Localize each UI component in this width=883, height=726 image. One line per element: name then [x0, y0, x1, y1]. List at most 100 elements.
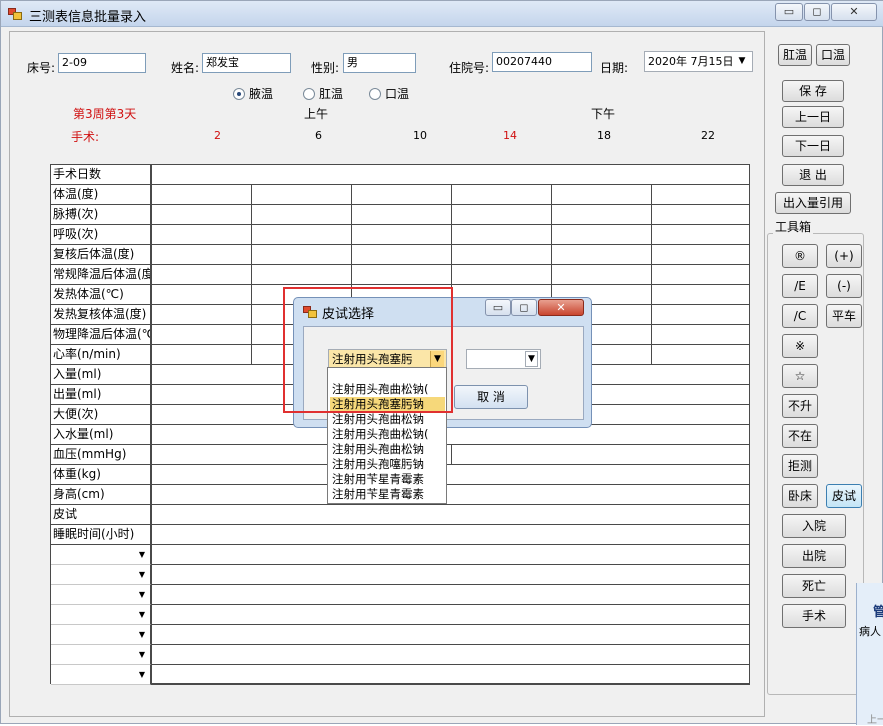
refused-button[interactable]: 拒测	[782, 454, 818, 478]
surgery-label: 手术:	[71, 130, 100, 144]
name-input[interactable]: 郑发宝	[202, 53, 291, 73]
column-line	[451, 445, 452, 465]
chevron-down-icon: ▼	[138, 670, 146, 679]
surgery-button[interactable]: 手术	[782, 604, 846, 628]
hour-label: 2	[214, 129, 221, 142]
chevron-down-icon: ▼	[138, 610, 146, 619]
radio-icon	[369, 88, 381, 100]
row-combo[interactable]: ▼	[51, 565, 151, 585]
second-combo[interactable]: ▼	[466, 349, 541, 369]
dropdown-option[interactable]: 注射用头孢曲松钠	[330, 412, 445, 427]
dialog-close-button[interactable]: ✕	[538, 299, 584, 316]
row-line	[151, 604, 750, 605]
exit-button[interactable]: 退 出	[782, 164, 844, 186]
dropdown-option[interactable]: 注射用苄星青霉素	[330, 472, 445, 487]
save-button[interactable]: 保 存	[782, 80, 844, 102]
stretcher-button[interactable]: 平车	[826, 304, 862, 328]
column-line	[151, 165, 152, 684]
cancel-button[interactable]: 取 消	[454, 385, 528, 409]
dialog-maximize-button[interactable]: ◻	[511, 299, 537, 316]
star-button[interactable]: ☆	[782, 364, 818, 388]
absent-button[interactable]: 不在	[782, 424, 818, 448]
row-combo[interactable]: ▼	[51, 665, 151, 685]
bedridden-button[interactable]: 卧床	[782, 484, 818, 508]
row-line	[151, 584, 750, 585]
asterisk-button[interactable]: ※	[782, 334, 818, 358]
death-button[interactable]: 死亡	[782, 574, 846, 598]
row-line	[151, 684, 750, 685]
row-label: 血压(mmHg)	[51, 445, 151, 465]
discharge-button[interactable]: 出院	[782, 544, 846, 568]
main-window: 三测表信息批量录入 ▭ ◻ ✕ 床号: 2-09 姓名: 郑发宝 性别: 男 住…	[0, 0, 883, 726]
date-picker[interactable]: 2020年 7月15日 ▼	[644, 51, 753, 72]
pm-label: 下午	[591, 107, 616, 121]
e-button[interactable]: /E	[782, 274, 818, 298]
anal-temp-button[interactable]: 肛温	[778, 44, 812, 66]
side-panel: 管 病人 上一	[856, 583, 883, 726]
minimize-icon: ▭	[492, 301, 504, 314]
close-button[interactable]: ✕	[831, 3, 877, 21]
admit-button[interactable]: 入院	[782, 514, 846, 538]
row-line	[151, 484, 750, 485]
row-label: 常规降温后体温(度)	[51, 265, 151, 285]
date-value: 2020年 7月15日	[648, 55, 734, 68]
sex-input[interactable]: 男	[343, 53, 416, 73]
side-panel-title: 管	[873, 605, 883, 620]
row-line	[151, 564, 750, 565]
row-label: 物理降温后体温(℃)	[51, 325, 151, 345]
minus-button[interactable]: (-)	[826, 274, 862, 298]
bed-input[interactable]: 2-09	[58, 53, 146, 73]
prev-day-button[interactable]: 上一日	[782, 106, 844, 128]
row-combo[interactable]: ▼	[51, 545, 151, 565]
skin-test-button[interactable]: 皮试	[826, 484, 862, 508]
row-line	[151, 624, 750, 625]
close-icon: ✕	[556, 301, 566, 314]
hour-label: 10	[413, 129, 427, 142]
dropdown-option[interactable]: 注射用头孢曲松钠	[330, 442, 445, 457]
dropdown-option[interactable]: 注射用苄星青霉素	[330, 487, 445, 502]
next-day-button[interactable]: 下一日	[782, 135, 844, 157]
dialog-minimize-button[interactable]: ▭	[485, 299, 511, 316]
c-button[interactable]: /C	[782, 304, 818, 328]
column-line	[651, 185, 652, 365]
radio-oral[interactable]: 口温	[369, 85, 409, 102]
app-icon	[8, 8, 22, 20]
column-line	[251, 185, 252, 365]
bed-label: 床号:	[27, 61, 56, 75]
maximize-icon: ◻	[812, 5, 822, 18]
hour-label: 18	[597, 129, 611, 142]
maximize-button[interactable]: ◻	[804, 3, 830, 21]
chevron-down-icon: ▼	[738, 56, 746, 66]
io-ref-button[interactable]: 出入量引用	[775, 192, 851, 214]
row-label: 体温(度)	[51, 185, 151, 205]
minimize-button[interactable]: ▭	[775, 3, 803, 21]
admission-label: 住院号:	[449, 61, 490, 75]
row-label: 身高(cm)	[51, 485, 151, 505]
row-line	[151, 524, 750, 525]
chevron-down-icon: ▼	[138, 550, 146, 559]
side-panel-subtitle: 病人	[859, 625, 881, 638]
row-combo[interactable]: ▼	[51, 585, 151, 605]
row-combo[interactable]: ▼	[51, 625, 151, 645]
radio-icon	[303, 88, 315, 100]
registered-button[interactable]: ®	[782, 244, 818, 268]
row-label: 睡眠时间(小时)	[51, 525, 151, 545]
admission-input[interactable]: 00207440	[492, 52, 592, 72]
plus-button[interactable]: (+)	[826, 244, 862, 268]
row-line	[151, 644, 750, 645]
row-label: 心率(n/min)	[51, 345, 151, 365]
dropdown-option[interactable]: 注射用头孢曲松钠(	[330, 427, 445, 442]
hour-label: 14	[503, 129, 517, 142]
radio-axillary[interactable]: 腋温	[233, 85, 273, 102]
chevron-down-icon: ▼	[138, 630, 146, 639]
radio-axillary-label: 腋温	[249, 87, 274, 101]
not-rise-button[interactable]: 不升	[782, 394, 818, 418]
date-label: 日期:	[600, 61, 629, 75]
oral-temp-button[interactable]: 口温	[816, 44, 850, 66]
hour-label: 6	[315, 129, 322, 142]
radio-anal[interactable]: 肛温	[303, 85, 343, 102]
row-combo[interactable]: ▼	[51, 645, 151, 665]
row-combo[interactable]: ▼	[51, 605, 151, 625]
week-day-label: 第3周第3天	[73, 107, 137, 121]
dropdown-option[interactable]: 注射用头孢噻肟钠	[330, 457, 445, 472]
